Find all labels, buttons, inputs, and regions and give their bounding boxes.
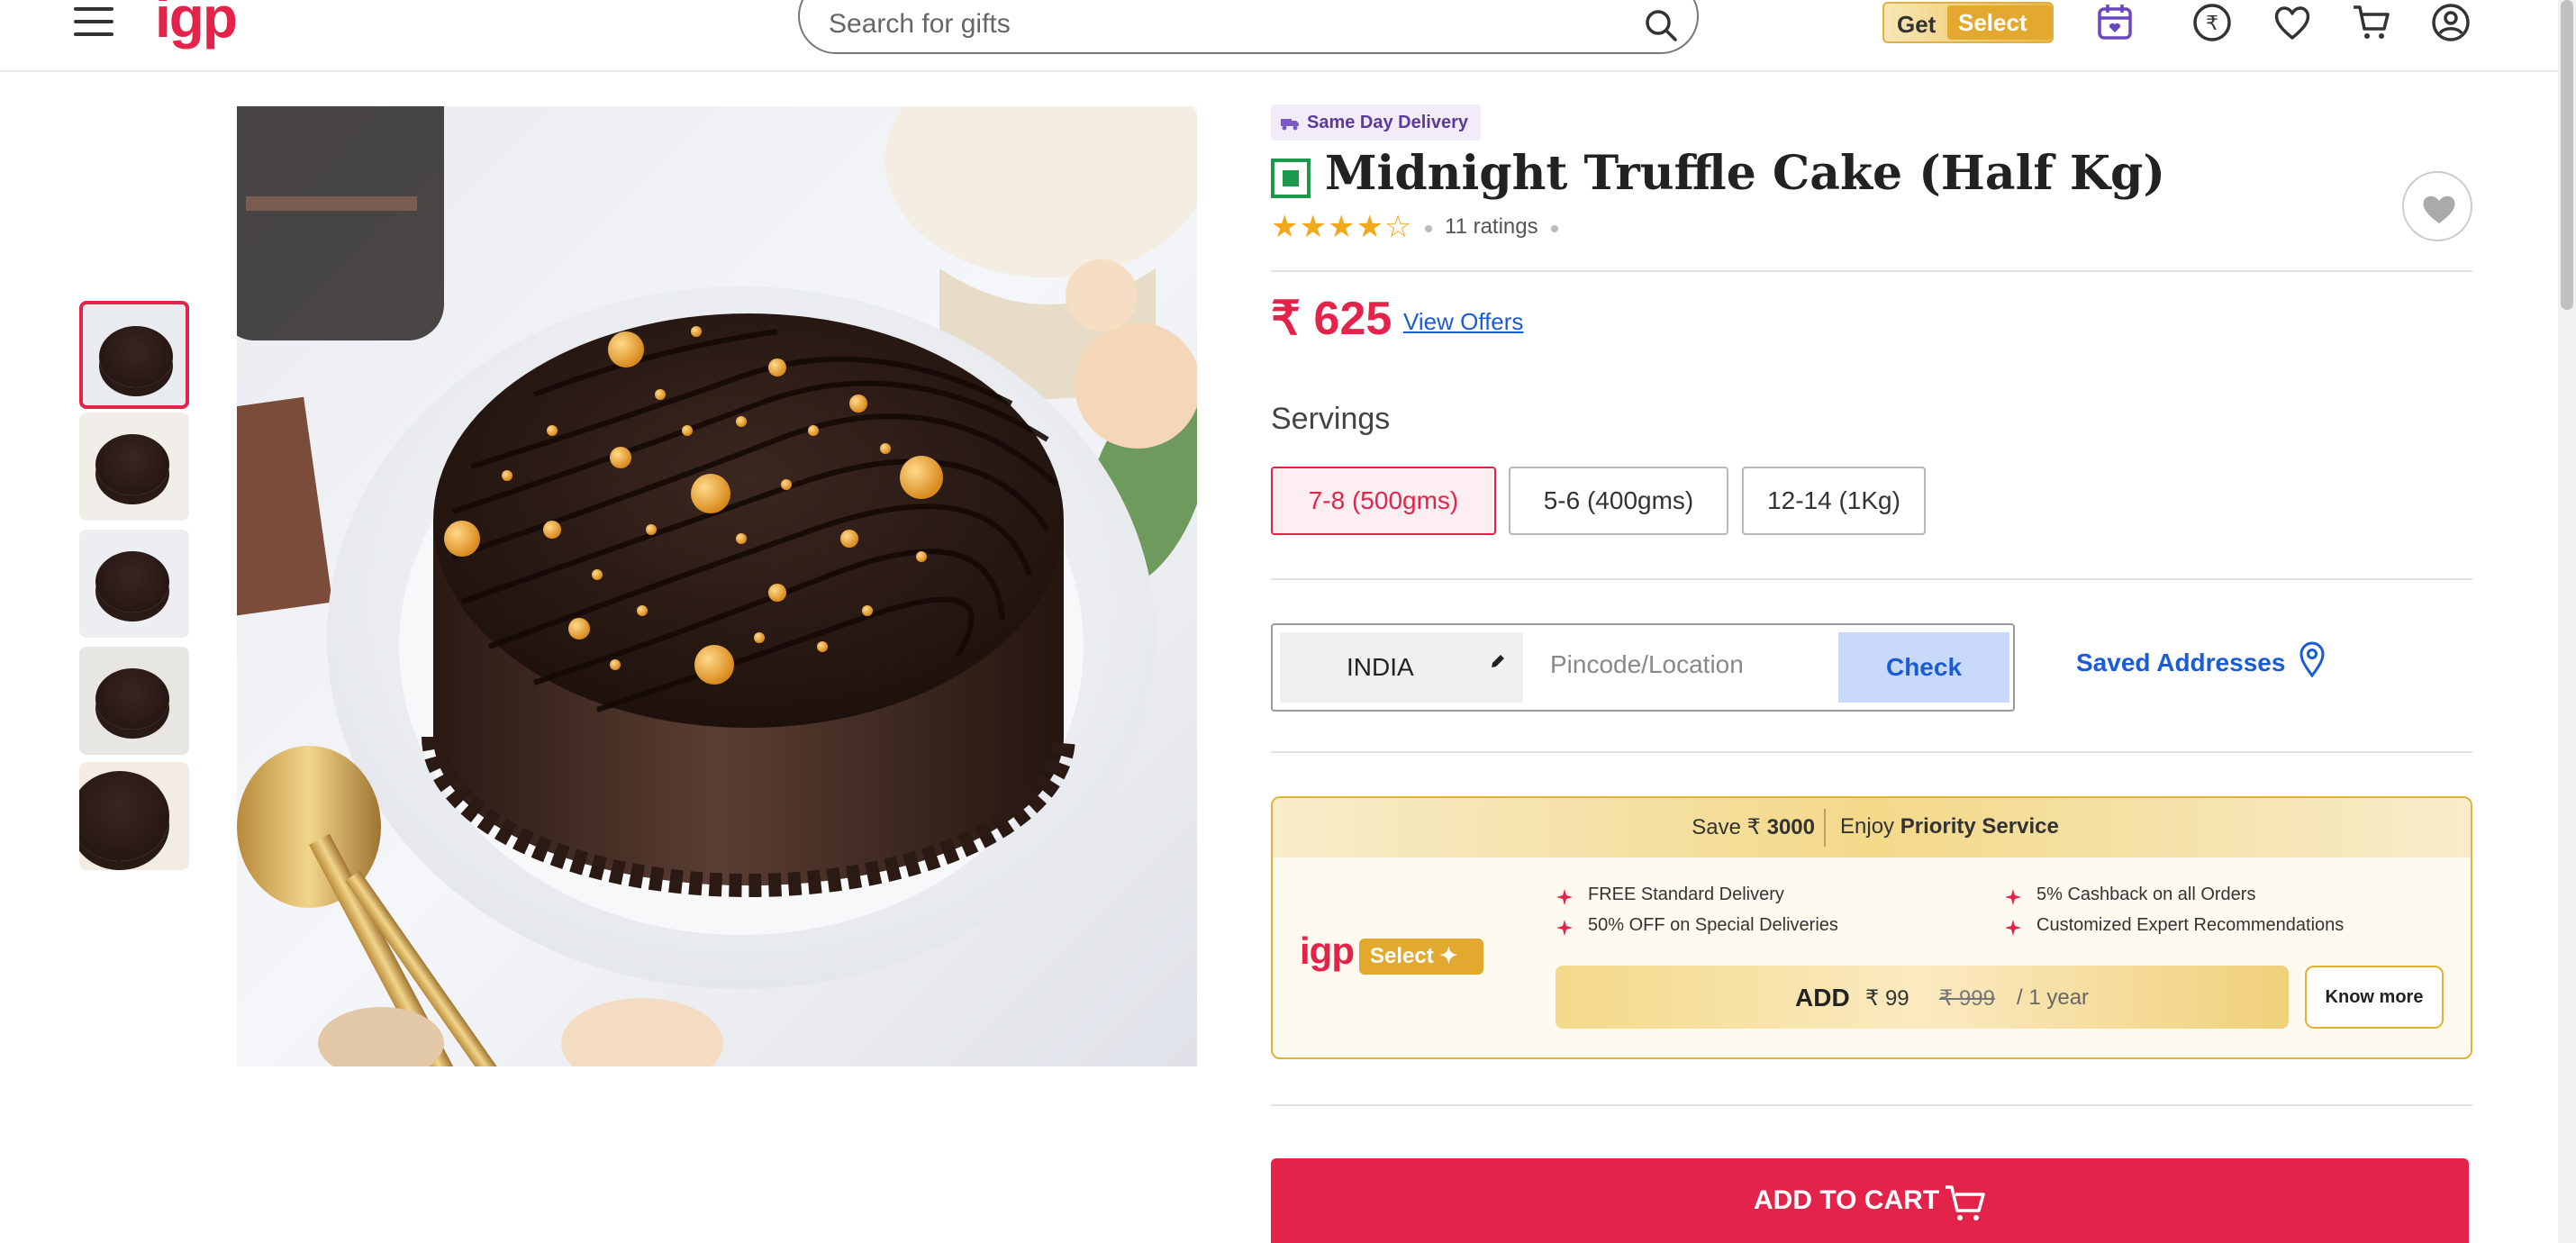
benefit-special-deliveries: 50% OFF on Special Deliveries (1588, 915, 1838, 935)
thumbnail-2[interactable] (79, 413, 189, 521)
edit-pencil-icon[interactable] (1489, 652, 1507, 670)
thumbnail-4[interactable] (79, 647, 189, 755)
cake-illustration (237, 106, 1197, 1066)
save-prefix: Save ₹ (1692, 815, 1761, 839)
product-price: ₹ 625 (1271, 292, 1392, 346)
enjoy-prefix: Enjoy (1840, 814, 1895, 839)
country-select[interactable]: INDIA (1280, 632, 1523, 703)
thumbnail-cake-image (95, 668, 169, 730)
location-pin-icon[interactable] (2299, 641, 2326, 677)
same-day-delivery-text: Same Day Delivery (1307, 113, 1469, 132)
benefit-recommendations: Customized Expert Recommendations (2036, 915, 2345, 935)
truck-icon (1281, 119, 1299, 131)
dot-separator (1425, 225, 1432, 232)
add-to-cart-label: ADD TO CART (1754, 1185, 1940, 1215)
add-select-button[interactable]: ADD ₹ 99 ₹ 999 / 1 year (1556, 966, 2289, 1029)
veg-indicator-icon (1271, 159, 1311, 198)
know-more-button[interactable]: Know more (2305, 966, 2444, 1029)
search-input[interactable]: Search for gifts (829, 9, 1011, 40)
select-old-price: ₹ 999 (1939, 986, 1995, 1011)
thumbnail-cake-image (99, 326, 173, 387)
search-bar[interactable]: Search for gifts (798, 0, 1699, 54)
benefit-cashback: 5% Cashback on all Orders (2036, 885, 2256, 904)
sparkle-icon (2005, 920, 2021, 936)
enjoy-bold: Priority Service (1900, 814, 2059, 839)
servings-label: Servings (1271, 402, 1391, 436)
saved-addresses-link[interactable]: Saved Addresses (2076, 649, 2285, 677)
serving-option-500g[interactable]: 7-8 (500gms) (1271, 467, 1496, 535)
wishlist-button[interactable] (2402, 171, 2472, 241)
price-value: 625 (1313, 293, 1392, 345)
select-new-price: ₹ 99 (1865, 986, 1909, 1011)
save-amount: 3000 (1766, 815, 1815, 839)
add-to-cart-button[interactable]: ADD TO CART (1271, 1158, 2469, 1243)
same-day-delivery-badge: Same Day Delivery (1271, 104, 1482, 141)
divider (1271, 270, 2472, 272)
divider (1271, 578, 2472, 580)
igp-logo[interactable]: igp (155, 0, 238, 50)
banner-separator (1824, 809, 1826, 847)
check-button[interactable]: Check (1838, 632, 2009, 703)
view-offers-link[interactable]: View Offers (1403, 308, 1523, 336)
dot-separator (1551, 225, 1558, 232)
thumbnail-cake-image (95, 434, 169, 495)
product-title: Midnight Truffle Cake (Half Kg) (1325, 146, 2166, 201)
delivery-location-box: INDIA Pincode/Location Check (1271, 623, 2015, 712)
heart-icon[interactable] (2272, 2, 2313, 43)
serving-option-400g[interactable]: 5-6 (400gms) (1509, 467, 1728, 535)
add-label: ADD (1795, 984, 1850, 1012)
menu-icon[interactable] (74, 7, 113, 40)
sparkle-icon (1556, 889, 1573, 905)
scrollbar-thumb[interactable] (2561, 0, 2573, 310)
thumbnail-cake-image (79, 771, 169, 861)
select-pill: Select ✦ (1359, 939, 1483, 975)
pincode-input[interactable]: Pincode/Location (1550, 650, 1744, 679)
divider (1271, 1104, 2472, 1106)
country-value: INDIA (1347, 653, 1414, 681)
cart-icon (1946, 1185, 1985, 1220)
thumbnail-cake-image (95, 551, 169, 612)
rating-stars: ★★★★☆ (1271, 210, 1413, 244)
heart-icon (2423, 195, 2455, 223)
igp-select-logo: igp (1300, 930, 1355, 972)
search-icon[interactable] (1643, 7, 1679, 43)
benefit-free-delivery: FREE Standard Delivery (1588, 885, 1784, 904)
product-main-image[interactable] (237, 106, 1197, 1066)
calendar-icon[interactable] (2094, 2, 2136, 43)
divider (1271, 751, 2472, 753)
igp-select-card: Save ₹ 3000 Enjoy Priority Service igp S… (1271, 796, 2472, 1059)
get-select-button[interactable]: Get Select ✦ (1882, 2, 2054, 70)
svg-text:₹: ₹ (2206, 13, 2218, 35)
ratings-count[interactable]: 11 ratings (1445, 214, 1538, 240)
user-icon[interactable] (2430, 2, 2472, 43)
serving-option-1kg[interactable]: 12-14 (1Kg) (1742, 467, 1926, 535)
thumbnail-5[interactable] (79, 762, 189, 870)
cart-icon[interactable] (2351, 2, 2392, 43)
sparkle-icon (2005, 889, 2021, 905)
site-header: igp Search for gifts Get Select ✦ ₹ (0, 0, 2558, 72)
select-period: / 1 year (2017, 985, 2090, 1010)
get-select-get: Get (1897, 11, 1937, 38)
save-text: Save ₹ 3000 (1273, 814, 1815, 840)
sparkle-icon (1556, 920, 1573, 936)
thumbnail-3[interactable] (79, 530, 189, 638)
enjoy-text: Enjoy Priority Service (1840, 814, 2059, 839)
price-symbol: ₹ (1271, 293, 1302, 345)
get-select-select: Select ✦ (1947, 5, 2052, 70)
product-page: { "header": { "logo": "igp", "search_pla… (0, 0, 2576, 1243)
thumbnail-1[interactable] (79, 301, 189, 409)
rupee-icon[interactable]: ₹ (2191, 2, 2233, 43)
